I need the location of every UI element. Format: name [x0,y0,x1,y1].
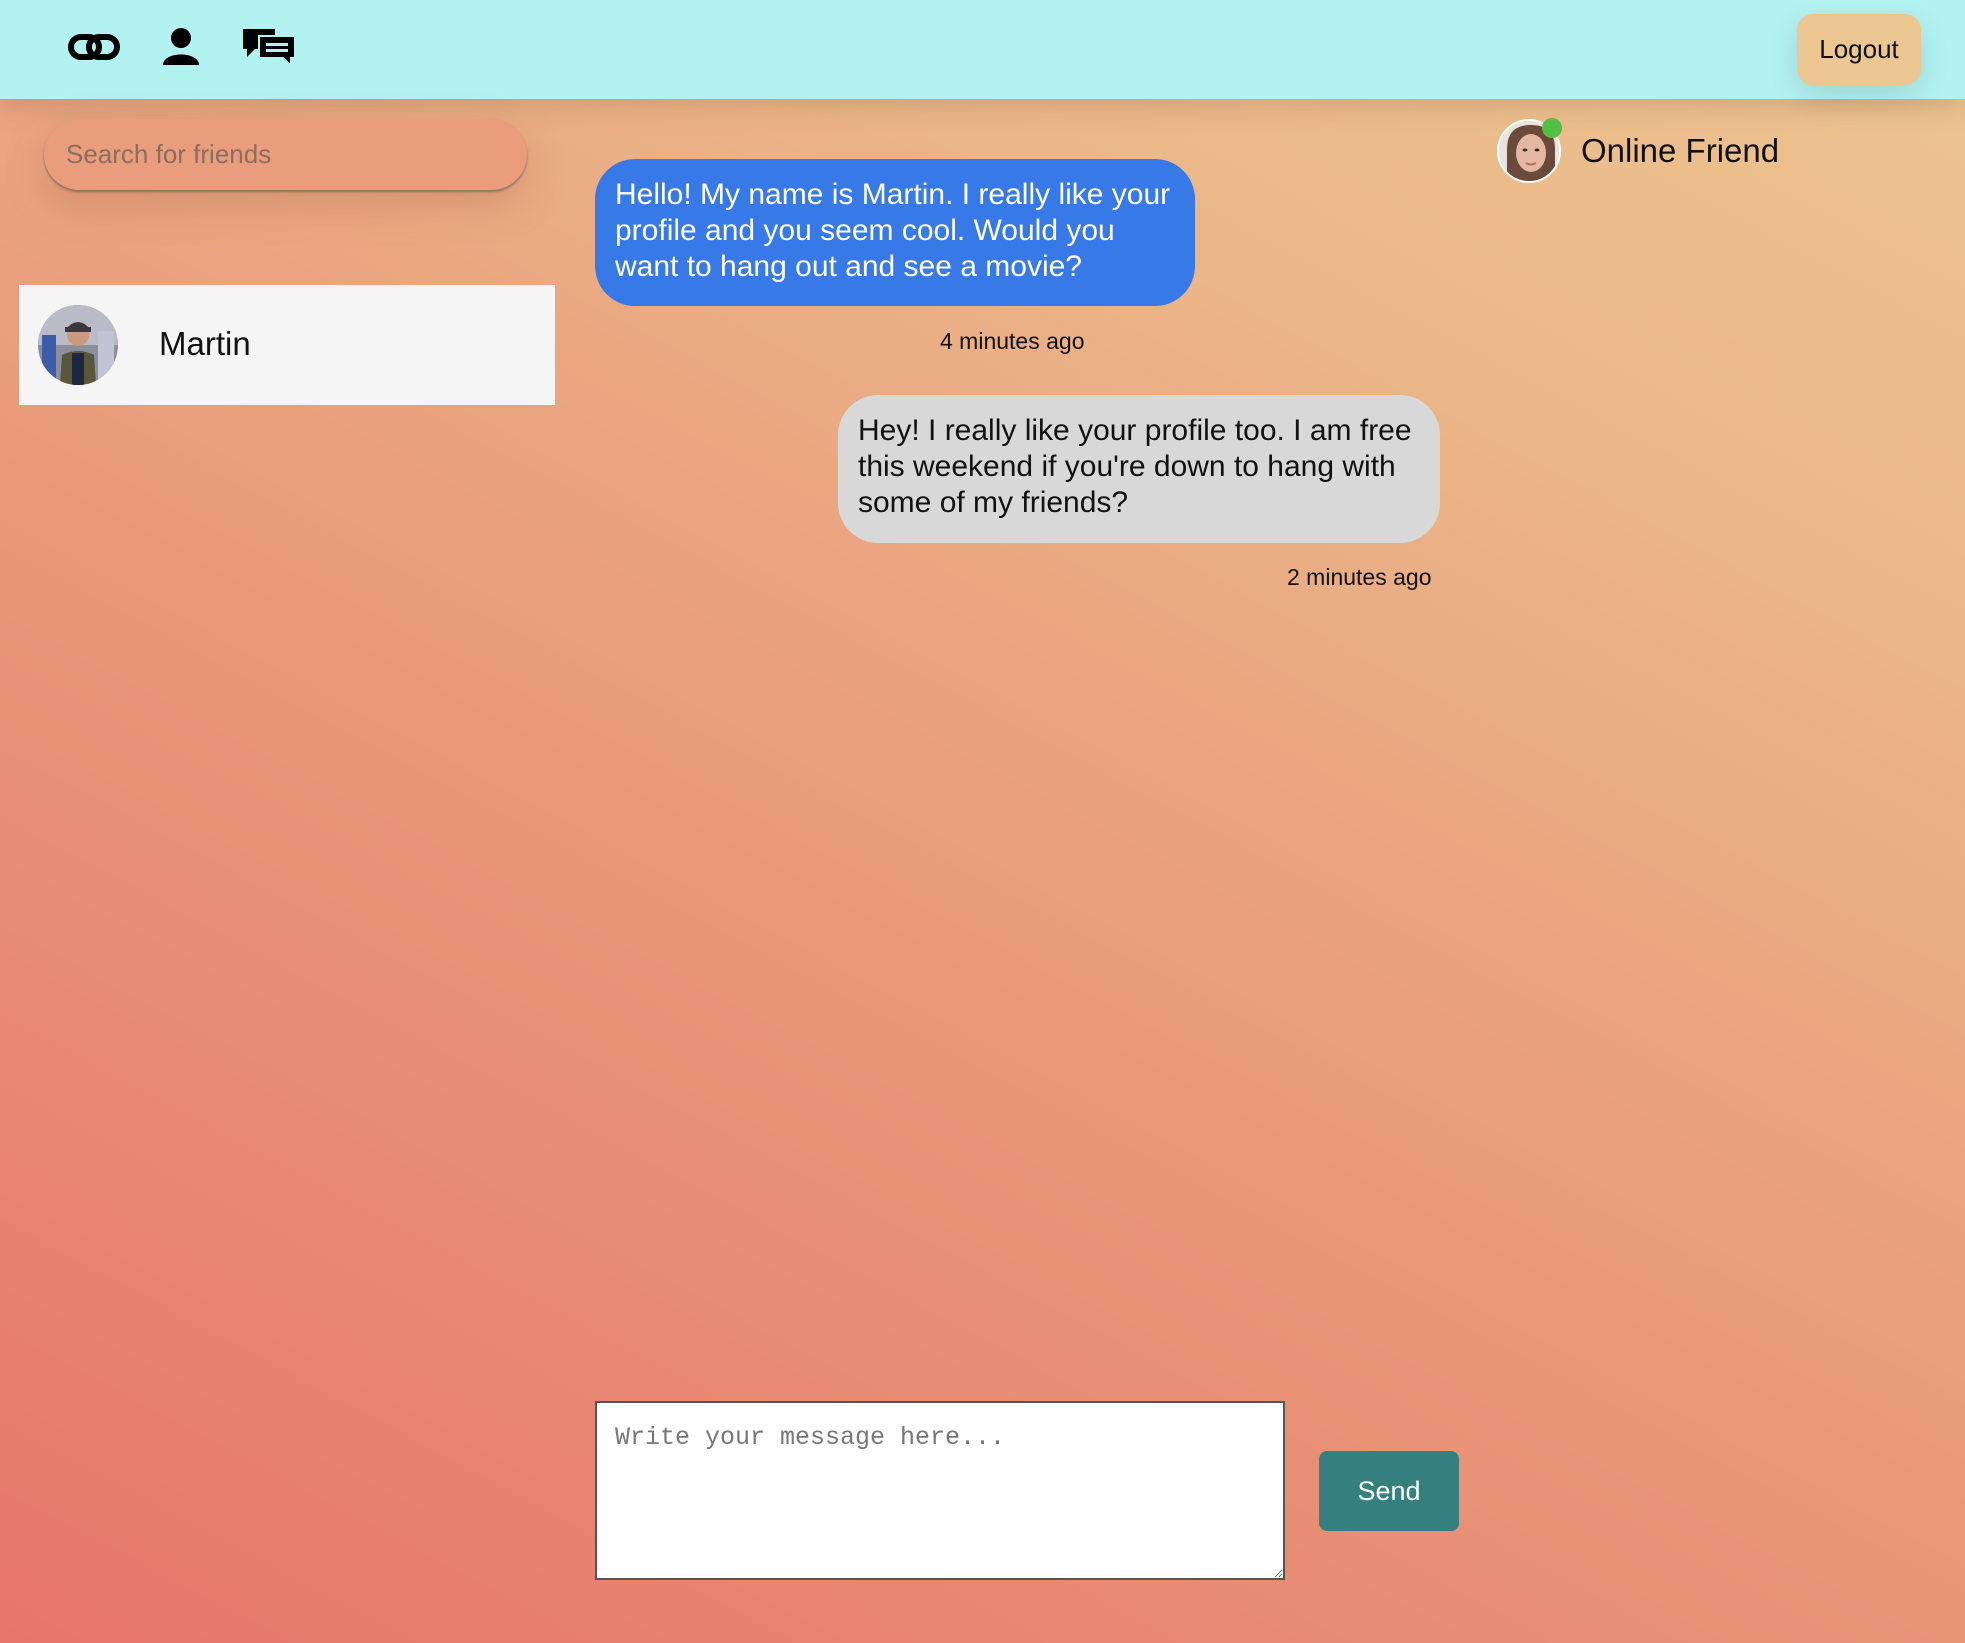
user-icon[interactable] [151,22,211,72]
chat-icon[interactable] [239,22,299,72]
link-icon[interactable] [64,22,124,72]
message-timestamp: 2 minutes ago [1287,564,1432,590]
message-bubble-sent: Hello! My name is Martin. I really like … [595,159,1195,306]
online-friend[interactable]: Online Friend [1497,118,1779,184]
logout-button[interactable]: Logout [1797,14,1921,85]
send-button[interactable]: Send [1319,1451,1459,1531]
search-input[interactable] [44,119,527,190]
avatar [38,305,118,385]
online-friend-label: Online Friend [1581,132,1780,169]
message-timestamp: 4 minutes ago [940,328,1085,354]
message-input[interactable] [595,1401,1285,1580]
message-bubble-received: Hey! I really like your profile too. I a… [838,395,1440,543]
friend-name: Martin [159,325,251,362]
friend-list-item[interactable]: Martin [19,285,555,405]
online-status-indicator [1542,118,1562,138]
top-navbar: Logout [0,0,1965,99]
